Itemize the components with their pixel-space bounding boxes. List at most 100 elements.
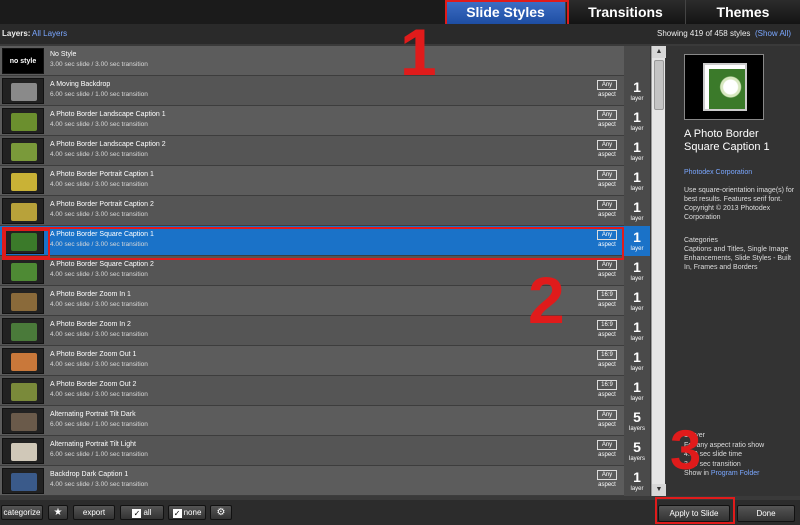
- layer-count: 5: [633, 409, 641, 425]
- list-scrollbar[interactable]: ▲ ▼: [651, 46, 666, 496]
- layers-filter-label: Layers:: [2, 29, 31, 38]
- favorite-star-icon[interactable]: ★: [48, 505, 68, 520]
- layer-word: layer: [630, 96, 644, 102]
- layers-filter-dropdown[interactable]: All Layers: [32, 24, 67, 44]
- aspect-badge: Any: [597, 170, 617, 180]
- aspect-badge: Any: [597, 80, 617, 90]
- style-title: A Photo Border Portrait Caption 1: [50, 171, 154, 178]
- categorize-button[interactable]: categorize: [1, 505, 43, 520]
- style-timing: 6.00 sec slide / 1.00 sec transition: [50, 451, 148, 458]
- categories-list: Captions and Titles, Single Image Enhanc…: [684, 246, 791, 271]
- tab-transitions[interactable]: Transitions: [565, 0, 685, 24]
- style-list-row[interactable]: Alternating Portrait Tilt Light 6.00 sec …: [0, 436, 624, 466]
- categories-label: Categories: [684, 237, 718, 244]
- style-thumbnail: [2, 378, 44, 404]
- all-check-icon: ✓: [132, 509, 142, 518]
- settings-gear-icon[interactable]: ⚙: [210, 505, 232, 520]
- scroll-thumb[interactable]: [654, 60, 664, 110]
- style-list-row[interactable]: A Photo Border Landscape Caption 2 4.00 s…: [0, 136, 624, 166]
- layer-count-cell: [624, 46, 650, 76]
- style-timing: 4.00 sec slide / 3.00 sec transition: [50, 481, 148, 488]
- style-thumbnail: [2, 78, 44, 104]
- style-thumbnail: [2, 348, 44, 374]
- style-list-row[interactable]: no style No Style 3.00 sec slide / 3.00 se…: [0, 46, 624, 76]
- style-timing: 4.00 sec slide / 3.00 sec transition: [50, 121, 148, 128]
- selected-row-highlight-box: [2, 227, 624, 260]
- aspect-badge: Any: [597, 440, 617, 450]
- style-list-row[interactable]: A Photo Border Landscape Caption 1 4.00 s…: [0, 106, 624, 136]
- aspect-badge: 16:9: [597, 290, 617, 300]
- style-thumbnail: [2, 168, 44, 194]
- style-timing: 4.00 sec slide / 3.00 sec transition: [50, 361, 148, 368]
- style-timing: 4.00 sec slide / 3.00 sec transition: [50, 301, 148, 308]
- aspect-label: aspect: [598, 362, 616, 368]
- annotation-number-2: 2: [528, 263, 565, 337]
- select-none-button[interactable]: ✓ none: [168, 505, 206, 520]
- style-list-row[interactable]: A Moving Backdrop 6.00 sec slide / 1.00 s…: [0, 76, 624, 106]
- style-list-row[interactable]: A Photo Border Zoom Out 1 4.00 sec slide …: [0, 346, 624, 376]
- detail-title: A Photo Border Square Caption 1: [684, 128, 770, 153]
- thumbnail-photo: [11, 353, 37, 371]
- show-all-link[interactable]: (Show All): [755, 24, 791, 44]
- style-thumbnail: no style: [2, 48, 44, 74]
- aspect-label: aspect: [598, 122, 616, 128]
- program-folder-link[interactable]: Program Folder: [711, 470, 760, 477]
- thumbnail-photo: [11, 203, 37, 221]
- apply-highlight-box: [655, 497, 735, 524]
- aspect-label: aspect: [598, 272, 616, 278]
- style-title: A Photo Border Portrait Caption 2: [50, 201, 154, 208]
- style-title: A Photo Border Square Caption 2: [50, 261, 154, 268]
- style-timing: 6.00 sec slide / 1.00 sec transition: [50, 91, 148, 98]
- select-all-button[interactable]: ✓ all: [120, 505, 164, 520]
- aspect-label: aspect: [598, 452, 616, 458]
- style-timing: 4.00 sec slide / 3.00 sec transition: [50, 181, 148, 188]
- thumbnail-photo: [11, 443, 37, 461]
- style-list-row[interactable]: A Photo Border Zoom Out 2 4.00 sec slide …: [0, 376, 624, 406]
- thumbnail-photo: [11, 293, 37, 311]
- layer-word: layer: [630, 276, 644, 282]
- aspect-badge: Any: [597, 260, 617, 270]
- layer-count-cell: 1 layer: [624, 316, 650, 346]
- aspect-badge: 16:9: [597, 320, 617, 330]
- style-timing: 4.00 sec slide / 3.00 sec transition: [50, 271, 148, 278]
- aspect-badge: Any: [597, 410, 617, 420]
- style-title: A Moving Backdrop: [50, 81, 111, 88]
- layer-word: layer: [630, 156, 644, 162]
- layer-count: 1: [633, 319, 641, 335]
- style-timing: 4.00 sec slide / 3.00 sec transition: [50, 211, 148, 218]
- layer-count: 1: [633, 259, 641, 275]
- aspect-label: aspect: [598, 152, 616, 158]
- layer-count: 5: [633, 439, 641, 455]
- tab-themes[interactable]: Themes: [685, 0, 800, 24]
- style-list-row[interactable]: Backdrop Dark Caption 1 4.00 sec slide / …: [0, 466, 624, 496]
- export-button[interactable]: export: [73, 505, 115, 520]
- layer-count-cell: 1 layer: [624, 196, 650, 226]
- style-thumbnail: [2, 198, 44, 224]
- detail-author-link[interactable]: Photodex Corporation: [684, 169, 752, 176]
- layer-count-cell: 1 layer: [624, 286, 650, 316]
- style-title: A Photo Border Landscape Caption 2: [50, 141, 166, 148]
- aspect-label: aspect: [598, 92, 616, 98]
- layer-count-cell: 1 layer: [624, 106, 650, 136]
- calla-lily-image: [709, 69, 745, 109]
- layer-count-cell: 1 layer: [624, 226, 650, 256]
- layer-count: 1: [633, 79, 641, 95]
- scroll-down-icon[interactable]: ▼: [652, 484, 666, 496]
- layer-word: layers: [628, 426, 645, 432]
- done-button[interactable]: Done: [737, 505, 795, 522]
- layer-count-cell: 5 layers: [624, 406, 650, 436]
- thumbnail-photo: [11, 473, 37, 491]
- style-list-row[interactable]: A Photo Border Portrait Caption 2 4.00 se…: [0, 196, 624, 226]
- style-list-row[interactable]: Alternating Portrait Tilt Dark 6.00 sec s…: [0, 406, 624, 436]
- style-thumbnail: [2, 288, 44, 314]
- layer-word: layer: [630, 126, 644, 132]
- style-thumbnail: [2, 318, 44, 344]
- style-list-row[interactable]: A Photo Border Portrait Caption 1 4.00 se…: [0, 166, 624, 196]
- aspect-badge: Any: [597, 470, 617, 480]
- style-title: A Photo Border Zoom Out 1: [50, 351, 137, 358]
- all-label: all: [143, 508, 152, 517]
- aspect-badge: Any: [597, 200, 617, 210]
- thumbnail-photo: [11, 263, 37, 281]
- scroll-up-icon[interactable]: ▲: [652, 46, 666, 58]
- style-title: Alternating Portrait Tilt Light: [50, 441, 136, 448]
